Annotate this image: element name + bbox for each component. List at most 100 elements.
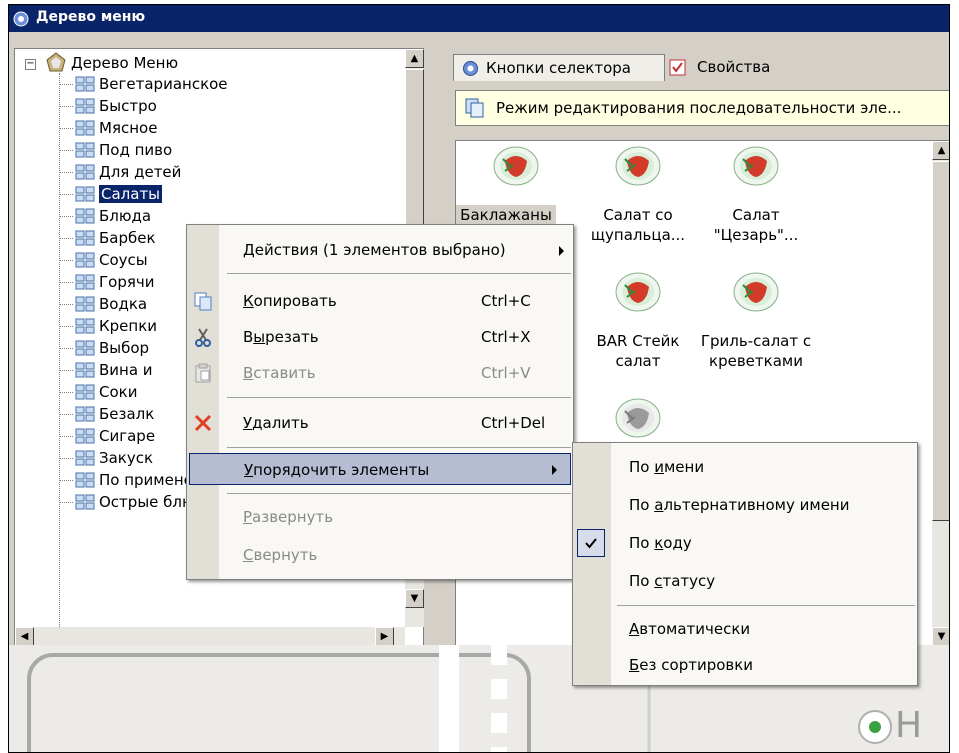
- menu-group-icon: [75, 274, 95, 290]
- tree-item-label: Закуск: [99, 449, 154, 467]
- menu-group-icon: [75, 428, 95, 444]
- scroll-left-button[interactable]: ◀: [15, 627, 34, 646]
- scroll-up-button[interactable]: ▲: [405, 49, 424, 68]
- menu-item-label: Без сортировки: [629, 656, 754, 674]
- tree-item-label: Блюда: [99, 207, 152, 225]
- submenu-item-by-status[interactable]: По статусу: [573, 565, 917, 597]
- menu-group-icon: [75, 76, 95, 92]
- tree-item[interactable]: Быстро: [59, 95, 405, 117]
- submenu-item-by-name[interactable]: По имени: [573, 451, 917, 483]
- tree-connector-line: [59, 194, 73, 195]
- sort-submenu: По имени По альтернативному имени По код…: [572, 442, 918, 686]
- menu-group-icon: [75, 230, 95, 246]
- menu-item-label: Упорядочить элементы: [244, 461, 430, 479]
- tree-item[interactable]: Для детей: [59, 161, 405, 183]
- tree-connector-line: [59, 392, 73, 393]
- selector-item-label: Гриль-салат с: [700, 332, 812, 350]
- menu-item-actions[interactable]: Действия (1 элементов выбрано): [187, 234, 573, 266]
- tree-horizontal-scrollbar[interactable]: [15, 627, 405, 647]
- selector-item-label: BAR Стейк: [596, 332, 680, 350]
- submenu-item-automatic[interactable]: Автоматически: [573, 613, 917, 645]
- tree-item-label: Для детей: [99, 163, 182, 181]
- tree-item-label: Вегетарианское: [99, 75, 228, 93]
- selector-item[interactable]: Салат со щупальца...: [578, 141, 698, 261]
- tree-item[interactable]: Вегетарианское: [59, 73, 405, 95]
- selector-tab-icon: [463, 61, 478, 76]
- selector-item-label-line2: салат: [615, 352, 661, 370]
- scroll-down-button[interactable]: ▼: [405, 589, 424, 608]
- items-scroll-thumb[interactable]: [932, 161, 949, 521]
- items-scroll-down-button[interactable]: ▼: [932, 627, 949, 646]
- tab-properties[interactable]: Свойства: [665, 56, 795, 83]
- title-bar: Дерево меню: [9, 5, 949, 32]
- submenu-item-by-alt-name[interactable]: По альтернативному имени: [573, 489, 917, 521]
- scroll-right-button[interactable]: ▶: [375, 627, 394, 646]
- tree-item[interactable]: Салаты: [59, 183, 405, 205]
- menu-item-label: По альтернативному имени: [629, 496, 850, 514]
- tree-connector-line: [59, 436, 73, 437]
- menu-item-label: По статусу: [629, 572, 716, 590]
- scissors-icon: [195, 328, 211, 347]
- menu-group-icon: [75, 472, 95, 488]
- shortcut-text: Ctrl+V: [481, 364, 531, 382]
- shortcut-text: Ctrl+Del: [481, 414, 546, 432]
- menu-group-icon: [75, 142, 95, 158]
- selector-item[interactable]: BAR Стейк салат: [578, 267, 698, 387]
- menu-item-label: По коду: [629, 534, 692, 552]
- tree-item-label: Безалк: [99, 405, 155, 423]
- tree-item[interactable]: Мясное: [59, 117, 405, 139]
- menu-item-expand[interactable]: Развернуть: [187, 501, 573, 533]
- menu-item-label: Удалить: [243, 414, 309, 432]
- submenu-item-no-sort[interactable]: Без сортировки: [573, 649, 917, 681]
- submenu-arrow-icon: [559, 246, 564, 256]
- menu-item-sort-elements[interactable]: Упорядочить элементы: [189, 453, 571, 485]
- red-dish-icon: [493, 146, 539, 186]
- selector-item-label-line2: креветками: [709, 352, 803, 370]
- collapse-icon[interactable]: −: [25, 59, 36, 70]
- menu-group-icon: [75, 362, 95, 378]
- tree-connector-line: [59, 326, 73, 327]
- app-icon: [13, 11, 29, 27]
- menu-group-icon: [75, 340, 95, 356]
- menu-item-label: По имени: [629, 458, 705, 476]
- tree-connector-line: [59, 282, 73, 283]
- tree-connector-line: [59, 106, 73, 107]
- menu-item-delete[interactable]: Удалить Ctrl+Del: [187, 407, 573, 439]
- folder-tree-icon: [46, 52, 66, 72]
- menu-group-icon: [75, 98, 95, 114]
- tree-item[interactable]: Под пиво: [59, 139, 405, 161]
- tree-connector-line: [59, 414, 73, 415]
- menu-separator: [227, 273, 571, 274]
- menu-item-cut[interactable]: Вырезать Ctrl+X: [187, 321, 573, 353]
- menu-item-collapse[interactable]: Свернуть: [187, 539, 573, 571]
- tree-connector-line: [59, 260, 73, 261]
- tree-root-label[interactable]: Дерево Меню: [71, 54, 178, 72]
- menu-group-icon: [75, 450, 95, 466]
- shortcut-text: Ctrl+C: [481, 292, 531, 310]
- window-title: Дерево меню: [36, 9, 146, 25]
- partial-map-text: Н: [895, 705, 923, 746]
- selector-item[interactable]: Гриль-салат с креветками: [696, 267, 816, 387]
- menu-item-copy[interactable]: Копировать Ctrl+C: [187, 285, 573, 317]
- menu-item-paste[interactable]: Вставить Ctrl+V: [187, 357, 573, 389]
- items-scroll-up-button[interactable]: ▲: [932, 141, 949, 160]
- delete-icon: [194, 414, 212, 432]
- selector-item[interactable]: Салат "Цезарь"...: [696, 141, 816, 261]
- selector-item-label: Салат: [732, 206, 780, 224]
- submenu-item-by-code[interactable]: По коду: [573, 527, 917, 559]
- paste-icon: [195, 363, 211, 383]
- menu-item-label: Копировать: [243, 292, 337, 310]
- tree-item-label: Салаты: [99, 185, 163, 203]
- tree-connector-line: [59, 458, 73, 459]
- red-dish-icon: [733, 272, 779, 312]
- menu-group-icon: [75, 252, 95, 268]
- tree-connector-line: [59, 502, 73, 503]
- tree-connector-line: [59, 172, 73, 173]
- menu-item-label: Вырезать: [243, 328, 319, 346]
- tree-connector-line: [59, 304, 73, 305]
- red-dish-icon: [615, 146, 661, 186]
- tree-connector-line: [59, 150, 73, 151]
- tree-item-label: Вина и: [99, 361, 153, 379]
- tab-selector-buttons[interactable]: Кнопки селектора: [453, 54, 665, 81]
- selector-item-label-line2: щупальца...: [590, 226, 686, 244]
